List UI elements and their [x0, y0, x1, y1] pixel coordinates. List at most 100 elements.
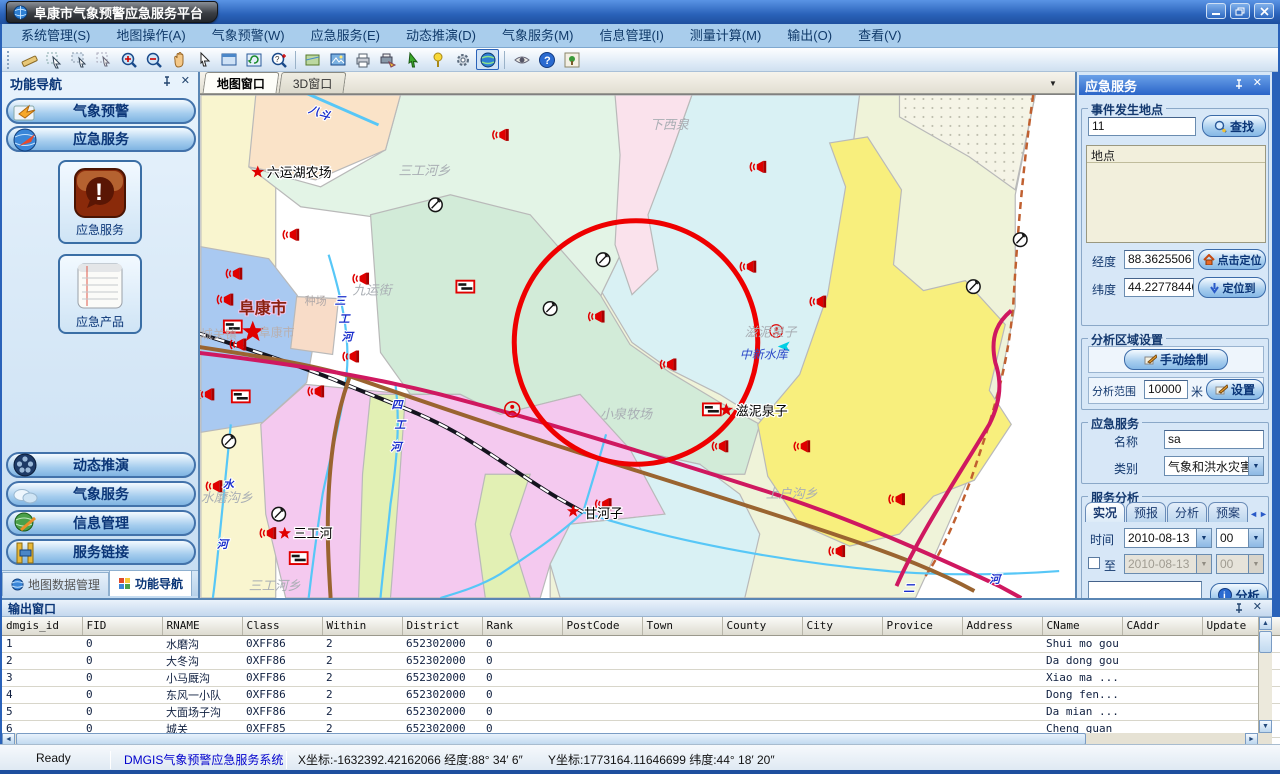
pin-icon[interactable] — [1234, 603, 1244, 617]
map-canvas[interactable]: 六运湖农场 三工河乡 下西泉 九运街 阜康市 城关镇 阜康市 种场 小泉牧场 滋… — [200, 94, 1075, 598]
full-extent-tool[interactable] — [217, 49, 240, 70]
longitude-input[interactable]: 88.3625506 — [1124, 250, 1194, 269]
table-cell — [962, 703, 1042, 720]
print-setup-tool[interactable] — [376, 49, 399, 70]
set-button[interactable]: 设置 — [1206, 379, 1264, 400]
pin-icon[interactable] — [1234, 79, 1244, 93]
zoom-in-tool[interactable] — [117, 49, 140, 70]
select-arrow-tool[interactable] — [42, 49, 65, 70]
minimize-button[interactable] — [1206, 3, 1226, 19]
close-panel-icon[interactable]: ✕ — [1253, 78, 1262, 89]
emergency-product-button[interactable]: 应急产品 — [58, 254, 142, 334]
squares-tab-icon — [118, 577, 131, 590]
close-panel-icon[interactable]: ✕ — [181, 76, 190, 87]
settings-gear-tool[interactable] — [451, 49, 474, 70]
toolbar-grip[interactable] — [7, 51, 12, 69]
menu-weather-service[interactable]: 气象服务(M) — [489, 25, 587, 47]
placemark-tool[interactable] — [426, 49, 449, 70]
table-row[interactable]: 50大面场子沟0XFF8626523020000Da mian ... — [2, 703, 1280, 720]
close-panel-icon[interactable]: ✕ — [1253, 602, 1262, 613]
rect-select-tool[interactable] — [67, 49, 90, 70]
tab-plan[interactable]: 预案 — [1208, 502, 1248, 522]
restore-button[interactable] — [1230, 3, 1250, 19]
tab-map-data-management[interactable]: 地图数据管理 — [2, 572, 109, 596]
accordion-dynamic-deduction[interactable]: 动态推演 — [6, 452, 196, 478]
type-combobox[interactable]: 气象和洪水灾害 ▼ — [1164, 456, 1264, 476]
eye-tool[interactable] — [510, 49, 533, 70]
identify-zoom-tool[interactable]: ? — [267, 49, 290, 70]
help-tool[interactable]: ? — [535, 49, 558, 70]
export-image-tool[interactable] — [560, 49, 583, 70]
tab-map-window[interactable]: 地图窗口 — [203, 72, 280, 93]
range-input[interactable]: 10000 — [1144, 380, 1188, 399]
table-row[interactable]: 30小马厩沟0XFF8626523020000Xiao ma ... — [2, 669, 1280, 686]
table-row[interactable]: 10水磨沟0XFF8626523020000Shui mo gou — [2, 635, 1280, 652]
latitude-input[interactable]: 44.22778446 — [1124, 278, 1194, 297]
map-layer-tool[interactable] — [301, 49, 324, 70]
pan-tool[interactable] — [167, 49, 190, 70]
pencil-icon — [1215, 384, 1228, 395]
pin-icon[interactable] — [162, 76, 172, 90]
manual-draw-button[interactable]: 手动绘制 — [1124, 349, 1228, 370]
tab-3d-window[interactable]: 3D窗口 — [279, 72, 347, 93]
combo-arrow-icon[interactable]: ▼ — [1248, 457, 1263, 475]
hour2-combobox[interactable]: 00▼ — [1216, 554, 1264, 574]
menu-view[interactable]: 查看(V) — [845, 25, 914, 47]
click-locate-button[interactable]: 点击定位 — [1198, 249, 1266, 270]
menu-emergency-service[interactable]: 应急服务(E) — [298, 25, 393, 47]
tab-forecast[interactable]: 预报 — [1126, 502, 1166, 522]
output-vertical-scrollbar[interactable]: ▲ ▼ — [1258, 617, 1272, 733]
accordion-service-links[interactable]: 服务链接 — [6, 539, 196, 565]
analyze-button[interactable]: i 分析 — [1210, 583, 1268, 598]
svg-text:水: 水 — [223, 478, 235, 491]
tab-scroll-left-icon[interactable]: ◄ — [1249, 509, 1258, 522]
menu-measure[interactable]: 测量计算(M) — [677, 25, 775, 47]
element-input[interactable] — [1088, 581, 1202, 598]
accordion-weather-warning[interactable]: 气象预警 — [6, 98, 196, 124]
menu-weather-warning[interactable]: 气象预警(W) — [199, 25, 298, 47]
svg-text:下西泉: 下西泉 — [650, 117, 690, 132]
menu-dynamic-deduction[interactable]: 动态推演(D) — [393, 25, 489, 47]
tab-scroll-right-icon[interactable]: ► — [1259, 509, 1268, 522]
map-tab-dropdown[interactable]: ▼ — [1045, 76, 1061, 90]
scroll-up-icon[interactable]: ▲ — [1259, 617, 1272, 630]
menu-system[interactable]: 系统管理(S) — [8, 25, 103, 47]
svg-text:小泉牧场: 小泉牧场 — [600, 406, 653, 421]
scroll-thumb[interactable] — [1259, 631, 1272, 653]
service-analysis-group: 服务分析 实况 预报 分析 预案 ◄ ► 时间 2010-08-13▼ 00▼ … — [1081, 496, 1269, 598]
range-label: 分析范围 — [1092, 383, 1136, 399]
tab-live[interactable]: 实况 — [1085, 502, 1125, 522]
table-cell: 大冬沟 — [162, 652, 242, 669]
zoom-out-tool[interactable] — [142, 49, 165, 70]
tab-function-nav[interactable]: 功能导航 — [109, 570, 192, 596]
accordion-info-management[interactable]: 信息管理 — [6, 510, 196, 536]
close-button[interactable] — [1254, 3, 1274, 19]
measure-tool[interactable] — [17, 49, 40, 70]
scroll-down-icon[interactable]: ▼ — [1259, 720, 1272, 733]
pointer-tool[interactable] — [192, 49, 215, 70]
tab-analysis[interactable]: 分析 — [1167, 502, 1207, 522]
locate-to-button[interactable]: 定位到 — [1198, 277, 1266, 298]
globe-tool[interactable] — [476, 49, 499, 70]
emergency-service-button[interactable]: ! 应急服务 — [58, 160, 142, 244]
search-button[interactable]: 查找 — [1202, 115, 1266, 137]
name-input[interactable]: sa — [1164, 430, 1264, 449]
menu-output[interactable]: 输出(O) — [774, 25, 845, 47]
location-list[interactable]: 地点 — [1086, 145, 1266, 243]
location-search-input[interactable]: 11 — [1088, 117, 1196, 136]
menu-map-operation[interactable]: 地图操作(A) — [103, 25, 198, 47]
to-checkbox[interactable] — [1088, 557, 1100, 569]
refresh-tool[interactable] — [242, 49, 265, 70]
accordion-emergency-service[interactable]: 应急服务 — [6, 126, 196, 152]
hour-combobox[interactable]: 00▼ — [1216, 528, 1264, 548]
date2-combobox[interactable]: 2010-08-13▼ — [1124, 554, 1212, 574]
table-row[interactable]: 40东风一小队0XFF8626523020000Dong fen... — [2, 686, 1280, 703]
print-tool[interactable] — [351, 49, 374, 70]
image-view-tool[interactable] — [326, 49, 349, 70]
green-pointer-tool[interactable] — [401, 49, 424, 70]
date-combobox[interactable]: 2010-08-13▼ — [1124, 528, 1212, 548]
deselect-tool[interactable] — [92, 49, 115, 70]
accordion-weather-service[interactable]: 气象服务 — [6, 481, 196, 507]
table-row[interactable]: 20大冬沟0XFF8626523020000Da dong gou — [2, 652, 1280, 669]
menu-info-management[interactable]: 信息管理(I) — [587, 25, 677, 47]
